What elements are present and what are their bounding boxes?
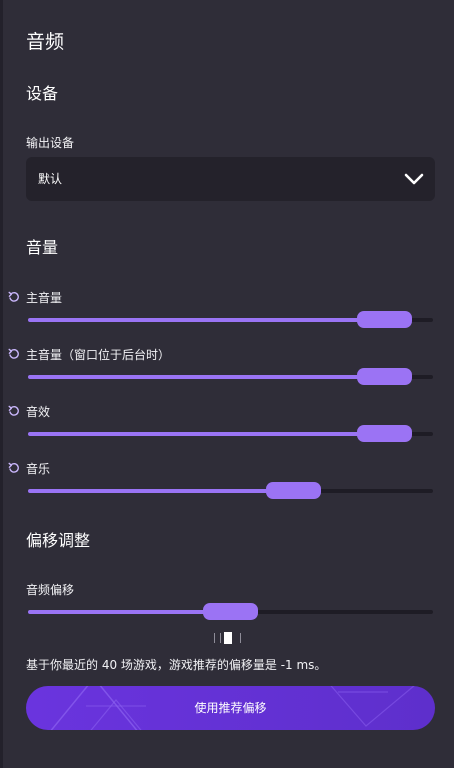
slider-thumb[interactable]: [357, 368, 412, 385]
chevron-down-icon: [404, 173, 424, 185]
offset-indicator: [214, 632, 242, 644]
audio-offset-slider[interactable]: [28, 603, 433, 621]
offset-recommendation-text: 基于你最近的 40 场游戏，游戏推荐的偏移量是 -1 ms。: [26, 658, 327, 672]
apply-recommended-offset-button[interactable]: 使用推荐偏移: [26, 686, 435, 730]
slider-fill: [28, 489, 294, 493]
indicator-tick: [220, 633, 221, 643]
background-volume-label: 主音量（窗口位于后台时）: [26, 348, 171, 362]
background-volume-slider[interactable]: [28, 368, 433, 386]
music-volume-slider[interactable]: [28, 482, 433, 500]
volume-section-heading: 音量: [26, 238, 59, 257]
indicator-marker: [222, 632, 232, 644]
slider-thumb[interactable]: [266, 482, 321, 499]
audio-offset-label: 音频偏移: [26, 583, 75, 597]
device-section-heading: 设备: [26, 84, 59, 103]
offset-section-heading: 偏移调整: [26, 531, 91, 550]
reset-icon[interactable]: [7, 404, 21, 418]
slider-fill: [28, 318, 385, 322]
output-device-label: 输出设备: [26, 136, 75, 150]
slider-fill: [28, 432, 385, 436]
output-device-value: 默认: [38, 172, 63, 186]
effects-volume-label: 音效: [26, 405, 51, 419]
left-edge: [0, 0, 3, 768]
reset-icon[interactable]: [7, 290, 21, 304]
slider-thumb[interactable]: [203, 603, 258, 620]
slider-thumb[interactable]: [357, 425, 412, 442]
slider-thumb[interactable]: [357, 311, 412, 328]
slider-fill: [28, 375, 385, 379]
reset-icon[interactable]: [7, 461, 21, 475]
reset-icon[interactable]: [7, 347, 21, 361]
page-title: 音频: [26, 31, 65, 53]
effects-volume-slider[interactable]: [28, 425, 433, 443]
apply-recommended-offset-label: 使用推荐偏移: [194, 701, 267, 715]
indicator-tick: [240, 633, 241, 643]
music-volume-label: 音乐: [26, 462, 51, 476]
master-volume-slider[interactable]: [28, 311, 433, 329]
slider-fill: [28, 610, 231, 614]
output-device-dropdown[interactable]: 默认: [26, 157, 435, 201]
indicator-tick: [214, 633, 215, 643]
master-volume-label: 主音量: [26, 291, 63, 305]
